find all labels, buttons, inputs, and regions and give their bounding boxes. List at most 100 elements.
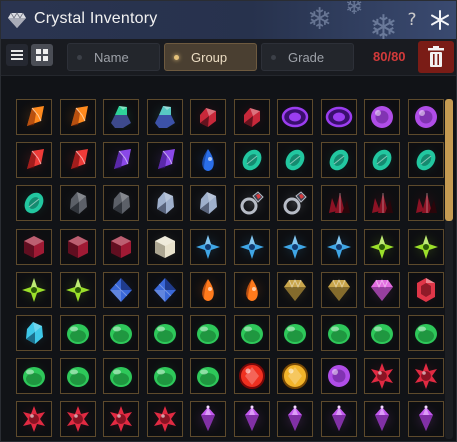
inventory-slot[interactable]: [321, 229, 357, 265]
inventory-slot[interactable]: [16, 358, 52, 394]
inventory-slot[interactable]: [190, 272, 226, 308]
inventory-slot[interactable]: [103, 99, 139, 135]
inventory-slot[interactable]: [277, 272, 313, 308]
inventory-slot[interactable]: [277, 99, 313, 135]
inventory-slot[interactable]: [147, 229, 183, 265]
inventory-slot[interactable]: [277, 401, 313, 437]
inventory-slot[interactable]: [103, 401, 139, 437]
inventory-slot[interactable]: [60, 99, 96, 135]
grid-view-icon: [36, 49, 48, 61]
inventory-slot[interactable]: [364, 272, 400, 308]
snowflake-close-icon[interactable]: [429, 9, 451, 31]
inventory-slot[interactable]: [60, 142, 96, 178]
inventory-slot[interactable]: [147, 99, 183, 135]
grid-view-button[interactable]: [31, 44, 53, 66]
inventory-slot[interactable]: [234, 229, 270, 265]
inventory-slot[interactable]: [16, 315, 52, 351]
inventory-slot[interactable]: [16, 401, 52, 437]
inventory-slot[interactable]: [321, 99, 357, 135]
inventory-slot[interactable]: [60, 358, 96, 394]
inventory-slot[interactable]: [408, 99, 444, 135]
inventory-slot[interactable]: [321, 358, 357, 394]
inventory-slot[interactable]: [364, 142, 400, 178]
inventory-slot[interactable]: [364, 99, 400, 135]
inventory-slot[interactable]: [321, 272, 357, 308]
inventory-slot[interactable]: [16, 272, 52, 308]
inventory-slot[interactable]: [234, 142, 270, 178]
inventory-slot[interactable]: [234, 99, 270, 135]
inventory-slot[interactable]: [364, 315, 400, 351]
blue-star-icon: [192, 231, 224, 263]
violet-shard-icon: [105, 144, 137, 176]
inventory-slot[interactable]: [364, 401, 400, 437]
inventory-slot[interactable]: [277, 142, 313, 178]
inventory-slot[interactable]: [147, 272, 183, 308]
inventory-slot[interactable]: [16, 99, 52, 135]
title-bar[interactable]: ❄ ❄ ❄ Crystal Inventory ?: [1, 1, 456, 39]
red-shard-icon: [18, 144, 50, 176]
inventory-slot[interactable]: [408, 272, 444, 308]
inventory-slot[interactable]: [190, 185, 226, 221]
inventory-slot[interactable]: [234, 272, 270, 308]
inventory-slot[interactable]: [190, 315, 226, 351]
inventory-slot[interactable]: [103, 272, 139, 308]
inventory-slot[interactable]: [60, 272, 96, 308]
inventory-slot[interactable]: [408, 142, 444, 178]
inventory-slot[interactable]: [60, 185, 96, 221]
inventory-slot[interactable]: [364, 229, 400, 265]
inventory-slot[interactable]: [408, 401, 444, 437]
inventory-slot[interactable]: [364, 358, 400, 394]
inventory-slot[interactable]: [234, 401, 270, 437]
inventory-slot[interactable]: [277, 229, 313, 265]
crimson-gem-icon: [410, 274, 442, 306]
inventory-slot[interactable]: [234, 358, 270, 394]
inventory-slot[interactable]: [16, 142, 52, 178]
inventory-slot[interactable]: [408, 229, 444, 265]
tab-group[interactable]: Group: [164, 43, 257, 71]
inventory-slot[interactable]: [103, 229, 139, 265]
inventory-slot[interactable]: [234, 315, 270, 351]
emerald-oval-icon: [236, 144, 268, 176]
delete-button[interactable]: [418, 41, 454, 73]
inventory-slot[interactable]: [147, 142, 183, 178]
inventory-slot[interactable]: [103, 315, 139, 351]
inventory-slot[interactable]: [16, 185, 52, 221]
inventory-slot[interactable]: [321, 142, 357, 178]
inventory-slot[interactable]: [364, 185, 400, 221]
inventory-slot[interactable]: [60, 229, 96, 265]
tab-name[interactable]: Name: [67, 43, 160, 71]
inventory-slot[interactable]: [408, 358, 444, 394]
radio-dot-icon: [77, 55, 82, 60]
list-view-button[interactable]: [6, 44, 28, 66]
green-orb-icon: [18, 360, 50, 392]
inventory-slot[interactable]: [147, 358, 183, 394]
inventory-slot[interactable]: [147, 185, 183, 221]
inventory-slot[interactable]: [103, 142, 139, 178]
inventory-slot[interactable]: [321, 315, 357, 351]
help-button[interactable]: ?: [401, 9, 423, 31]
inventory-slot[interactable]: [234, 185, 270, 221]
inventory-slot[interactable]: [408, 185, 444, 221]
inventory-slot[interactable]: [60, 315, 96, 351]
inventory-slot[interactable]: [190, 142, 226, 178]
inventory-slot[interactable]: [103, 358, 139, 394]
inventory-slot[interactable]: [190, 401, 226, 437]
inventory-slot[interactable]: [103, 185, 139, 221]
scrollbar[interactable]: [445, 99, 453, 439]
inventory-slot[interactable]: [190, 358, 226, 394]
inventory-slot[interactable]: [16, 229, 52, 265]
inventory-slot[interactable]: [60, 401, 96, 437]
inventory-slot[interactable]: [277, 358, 313, 394]
inventory-slot[interactable]: [321, 185, 357, 221]
inventory-slot[interactable]: [321, 401, 357, 437]
inventory-slot[interactable]: [277, 315, 313, 351]
inventory-slot[interactable]: [277, 185, 313, 221]
inventory-slot[interactable]: [190, 229, 226, 265]
inventory-slot[interactable]: [408, 315, 444, 351]
inventory-slot[interactable]: [147, 401, 183, 437]
scrollbar-thumb[interactable]: [445, 99, 453, 221]
inventory-slot[interactable]: [190, 99, 226, 135]
inventory-grid: [1, 76, 456, 441]
inventory-slot[interactable]: [147, 315, 183, 351]
tab-grade[interactable]: Grade: [261, 43, 354, 71]
